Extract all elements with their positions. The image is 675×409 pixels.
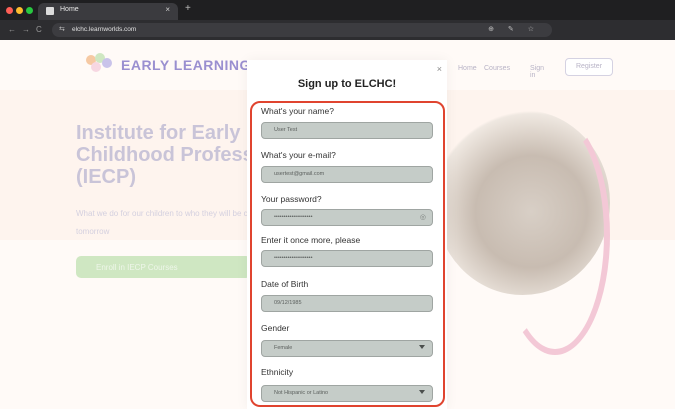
logo-icon [86, 53, 112, 72]
forward-arrow-icon[interactable]: → [22, 25, 30, 34]
confirm-password-input[interactable]: •••••••••••••••••••• [261, 250, 433, 267]
ethnicity-value: Not Hispanic or Latino [274, 390, 329, 396]
modal-title: Sign up to ELCHC! [297, 78, 397, 90]
nav-home-link[interactable]: Home [458, 65, 477, 72]
tab-home[interactable]: Home × [38, 3, 178, 20]
password-input[interactable]: •••••••••••••••••••• ◎ [261, 209, 433, 226]
favicon-icon [46, 7, 54, 15]
dob-value: 09/12/1985 [274, 300, 302, 306]
nav-signin-link[interactable]: Sign in [530, 65, 544, 79]
ethnicity-label: Ethnicity [261, 367, 294, 377]
browser-tab-bar: Home × + [0, 0, 675, 20]
hero-subtitle: What we do for our children to who they … [76, 209, 264, 236]
confirm-password-value: •••••••••••••••••••• [274, 255, 313, 261]
gender-select[interactable]: Female [261, 340, 433, 357]
dob-input[interactable]: 09/12/1985 [261, 295, 433, 312]
dob-label: Date of Birth [261, 279, 309, 289]
password-value: •••••••••••••••••••• [274, 214, 313, 220]
hero-title: Institute for Early Childhood Professi (… [76, 122, 260, 188]
minimize-window-button[interactable] [16, 7, 23, 14]
name-label: What's your name? [261, 106, 334, 116]
back-arrow-icon[interactable]: ← [8, 25, 16, 34]
address-bar-actions-icon[interactable]: ⊕ ✎ ☆ [488, 25, 540, 33]
show-password-icon[interactable]: ◎ [420, 213, 426, 221]
email-value: usertest@gmail.com [274, 171, 325, 177]
gender-label: Gender [261, 323, 290, 333]
name-value: User Test [274, 127, 298, 133]
gender-value: Female [274, 345, 293, 351]
nav-courses-link[interactable]: Courses [484, 65, 510, 72]
name-input[interactable]: User Test [261, 122, 433, 139]
logo-text: EARLY LEARNING [121, 57, 251, 73]
browser-toolbar: ← → C ⇆ elchc.learnworlds.com ⊕ ✎ ☆ [0, 20, 675, 40]
hero-decorative-arc [500, 115, 610, 355]
address-bar[interactable]: ⇆ elchc.learnworlds.com ⊕ ✎ ☆ [52, 23, 552, 37]
email-input[interactable]: usertest@gmail.com [261, 166, 433, 183]
hero-cta-button[interactable]: Enroll in IECP Courses [76, 256, 251, 278]
chevron-down-icon [419, 345, 425, 349]
new-tab-icon[interactable]: + [185, 3, 191, 14]
tab-close-icon[interactable]: × [165, 5, 170, 14]
confirm-password-label: Enter it once more, please [261, 235, 361, 245]
site-info-icon[interactable]: ⇆ [59, 25, 65, 33]
hero-cta-label: Enroll in IECP Courses [96, 263, 178, 272]
ethnicity-select[interactable]: Not Hispanic or Latino [261, 385, 433, 402]
register-button[interactable]: Register [565, 58, 613, 76]
tab-title: Home [60, 6, 79, 13]
maximize-window-button[interactable] [26, 7, 33, 14]
close-window-button[interactable] [6, 7, 13, 14]
password-label: Your password? [261, 194, 322, 204]
url-text[interactable]: elchc.learnworlds.com [72, 26, 136, 33]
reload-icon[interactable]: C [36, 25, 42, 34]
chevron-down-icon [419, 390, 425, 394]
email-label: What's your e-mail? [261, 150, 336, 160]
close-icon[interactable]: × [437, 64, 442, 74]
